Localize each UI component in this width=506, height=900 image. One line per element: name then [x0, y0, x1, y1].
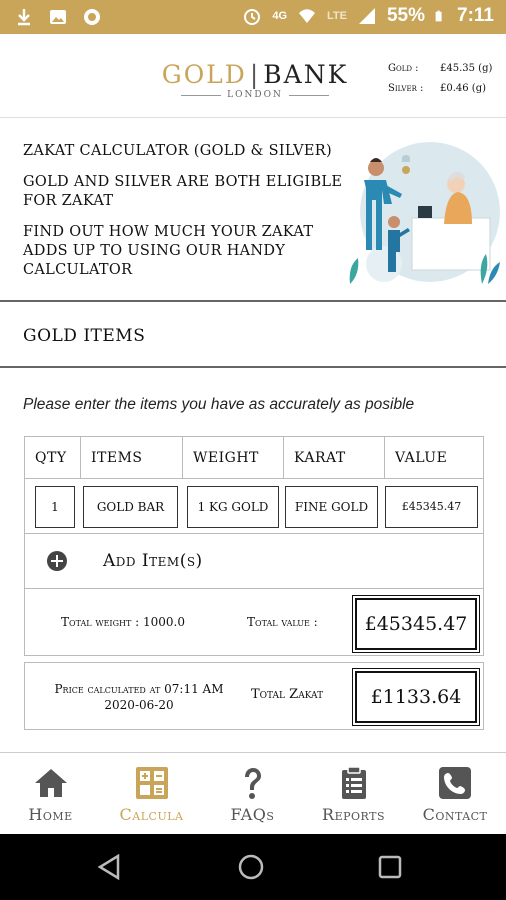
logo-bank-text: BANK	[263, 60, 349, 89]
image-icon	[50, 10, 66, 24]
home-icon	[34, 769, 67, 797]
instructions-text: Please enter the items you have as accur…	[23, 396, 415, 413]
network-4g-indicator: 4G	[272, 10, 288, 22]
phone-icon	[439, 767, 471, 799]
column-header-karat: KARAT	[284, 437, 385, 479]
nav-calculator[interactable]: Calcula	[101, 753, 202, 833]
column-header-qty: QTY	[25, 437, 81, 479]
gold-bank-logo[interactable]: GOLD | BANK LONDON	[160, 60, 350, 100]
nav-calculator-label: Calcula	[119, 805, 184, 824]
logo-gold-text: GOLD	[161, 60, 247, 89]
column-header-value: VALUE	[385, 437, 483, 479]
zakat-result-box: Price calculated at 07:11 AM 2020-06-20 …	[24, 662, 484, 730]
question-mark-icon	[244, 768, 261, 799]
intro-eligibility-text: GOLD AND SILVER ARE BOTH ELIGIBLE FOR ZA…	[23, 174, 343, 209]
total-value-label: Total value :	[247, 615, 318, 629]
nav-contact[interactable]: Contact	[404, 753, 506, 833]
wifi-icon	[299, 9, 316, 23]
karat-select[interactable]: FINE GOLD	[285, 486, 378, 528]
total-value-display: £45345.47	[352, 595, 480, 653]
column-header-weight: WEIGHT	[183, 437, 284, 479]
clock: 7:11	[457, 5, 494, 26]
item-select[interactable]: GOLD BAR	[83, 486, 178, 528]
table-row: 1 GOLD BAR 1 KG GOLD FINE GOLD £45345.47	[25, 480, 483, 534]
silver-price-value: £0.46 (g)	[440, 83, 487, 94]
nav-reports[interactable]: Reports	[303, 753, 404, 833]
intro-description-text: FIND OUT HOW MUCH YOUR ZAKAT ADDS UP TO …	[23, 224, 314, 278]
column-header-items: ITEMS	[81, 437, 183, 479]
gold-items-heading: GOLD ITEMS	[23, 326, 146, 346]
alarm-icon	[244, 9, 261, 25]
price-calculated-time: Price calculated at 07:11 AM	[54, 682, 224, 696]
bottom-navigation: Home Calcula FAQs Reports Contact	[0, 752, 506, 832]
battery-percent: 55%	[386, 5, 426, 26]
nav-reports-label: Reports	[322, 805, 385, 824]
gold-price-value: £45.35 (g)	[440, 63, 493, 74]
intro-title: ZAKAT CALCULATOR (GOLD & SILVER)	[23, 143, 332, 159]
system-navigation-bar	[0, 834, 506, 900]
plus-circle-icon	[47, 551, 67, 571]
nav-contact-label: Contact	[422, 805, 488, 824]
nav-faqs-label: FAQs	[230, 805, 275, 824]
home-circle-icon[interactable]	[238, 854, 264, 880]
total-weight: Total weight : 1000.0	[61, 615, 185, 629]
weight-field[interactable]: 1 KG GOLD	[187, 486, 279, 528]
total-zakat-display: £1133.64	[352, 668, 480, 726]
price-calculated-date: 2020-06-20	[104, 698, 174, 712]
zakat-illustration	[349, 142, 500, 284]
status-bar: 4G LTE 55% 7:11	[0, 0, 506, 34]
add-item-button[interactable]: Add Item(s)	[25, 535, 483, 589]
recents-icon[interactable]	[378, 855, 402, 879]
clipboard-icon	[341, 766, 366, 799]
signal-icon	[358, 8, 375, 24]
totals-row: Total weight : 1000.0 Total value : £453…	[25, 590, 483, 656]
add-item-label: Add Item(s)	[103, 551, 203, 571]
nav-faqs[interactable]: FAQs	[202, 753, 303, 833]
logo-city-text: LONDON	[227, 90, 283, 100]
gold-price-label: Gold :	[388, 63, 419, 74]
intro-section: ZAKAT CALCULATOR (GOLD & SILVER) GOLD AN…	[0, 120, 506, 302]
calculator-icon	[135, 767, 168, 799]
back-icon[interactable]	[96, 854, 122, 880]
qty-field[interactable]: 1	[35, 486, 75, 528]
metal-prices: Gold : £45.35 (g) Silver : £0.46 (g)	[388, 59, 492, 99]
nav-home[interactable]: Home	[0, 753, 101, 833]
app-header: GOLD | BANK LONDON Gold : £45.35 (g) Silver…	[0, 34, 506, 118]
value-field: £45345.47	[385, 486, 478, 528]
total-zakat-label: Total Zakat	[251, 687, 324, 702]
nav-home-label: Home	[28, 805, 73, 824]
download-icon	[18, 9, 30, 26]
gold-items-table: QTY ITEMS WEIGHT KARAT VALUE 1 GOLD BAR …	[24, 436, 484, 656]
network-lte-indicator: LTE	[327, 10, 347, 22]
gold-items-section: GOLD ITEMS	[0, 304, 506, 368]
battery-icon	[435, 10, 442, 22]
app-icon	[84, 9, 100, 25]
silver-price-label: Silver :	[388, 83, 424, 94]
